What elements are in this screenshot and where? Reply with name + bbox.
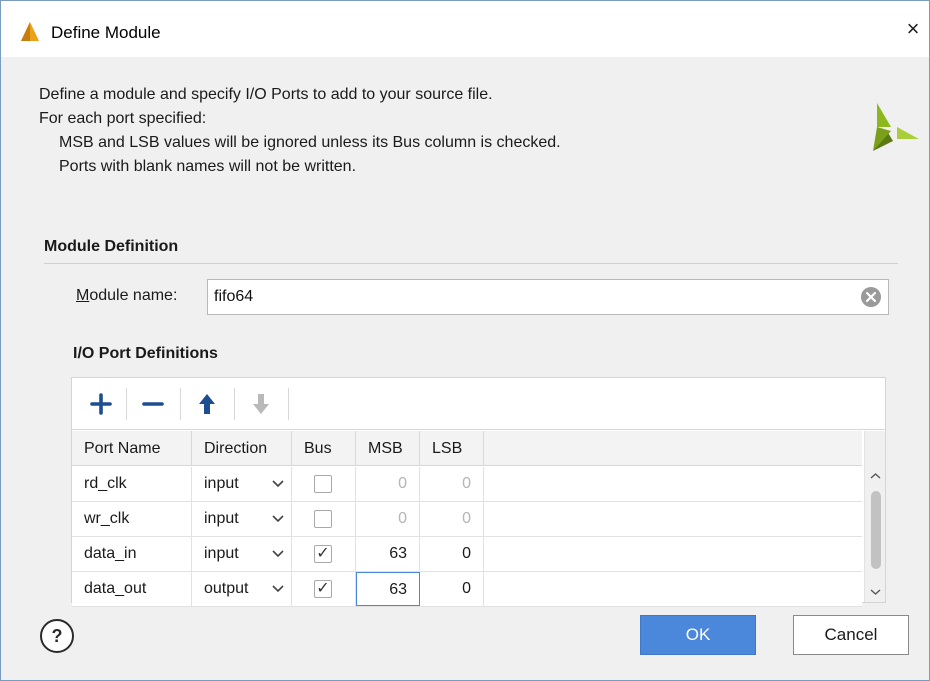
vertical-scrollbar[interactable] — [864, 431, 885, 602]
direction-select[interactable]: input — [192, 537, 292, 571]
bus-checkbox[interactable]: ✓ — [314, 545, 332, 563]
bus-checkbox[interactable] — [314, 510, 332, 528]
column-header-bus[interactable]: Bus — [292, 431, 356, 466]
close-button[interactable]: × — [899, 15, 927, 43]
msb-cell[interactable]: 0 — [356, 467, 420, 501]
section-divider — [44, 263, 898, 264]
table-header: Port Name Direction Bus MSB LSB — [72, 431, 862, 466]
toolbar-separator — [180, 388, 181, 420]
column-header-msb[interactable]: MSB — [356, 431, 420, 466]
chevron-down-icon — [272, 515, 284, 523]
table-toolbar — [72, 378, 885, 430]
bus-cell — [292, 502, 356, 536]
table-row[interactable]: wr_clk input 0 0 — [72, 502, 862, 537]
table-row[interactable]: data_out output ✓ 63 0 — [72, 572, 862, 607]
direction-value: input — [204, 475, 239, 492]
module-name-label: Module name: — [76, 287, 177, 305]
brand-logo-icon — [873, 103, 919, 151]
lsb-cell[interactable]: 0 — [420, 467, 484, 501]
direction-select[interactable]: input — [192, 502, 292, 536]
direction-value: input — [204, 545, 239, 562]
title-bar: Define Module × — [1, 1, 929, 57]
lsb-cell[interactable]: 0 — [420, 502, 484, 536]
move-up-icon[interactable] — [192, 390, 222, 418]
msb-cell-editing[interactable]: 63 — [356, 572, 420, 606]
bus-cell — [292, 467, 356, 501]
module-name-input[interactable] — [207, 279, 889, 315]
scroll-down-icon[interactable] — [869, 587, 882, 597]
window-title: Define Module — [51, 23, 161, 42]
app-logo-icon — [21, 22, 39, 41]
port-name-cell[interactable]: data_out — [72, 572, 192, 606]
module-definition-heading: Module Definition — [44, 238, 179, 255]
ok-button[interactable]: OK — [640, 615, 756, 655]
port-name-cell[interactable]: wr_clk — [72, 502, 192, 536]
lsb-cell[interactable]: 0 — [420, 537, 484, 571]
msb-cell[interactable]: 63 — [356, 537, 420, 571]
table-row[interactable]: data_in input ✓ 63 0 — [72, 537, 862, 572]
port-name-cell[interactable]: rd_clk — [72, 467, 192, 501]
column-header-direction[interactable]: Direction — [192, 431, 292, 466]
bus-cell: ✓ — [292, 537, 356, 571]
cancel-button[interactable]: Cancel — [793, 615, 909, 655]
description-line: MSB and LSB values will be ignored unles… — [59, 134, 561, 151]
toolbar-separator — [126, 388, 127, 420]
module-name-label-text: odule name: — [89, 287, 178, 304]
column-header-lsb[interactable]: LSB — [420, 431, 484, 466]
bus-checkbox[interactable]: ✓ — [314, 580, 332, 598]
clear-icon[interactable] — [860, 286, 882, 308]
toolbar-separator — [288, 388, 289, 420]
chevron-down-icon — [272, 550, 284, 558]
lsb-cell[interactable]: 0 — [420, 572, 484, 606]
add-icon[interactable] — [86, 390, 116, 418]
description-line: Define a module and specify I/O Ports to… — [39, 86, 493, 103]
bus-checkbox[interactable] — [314, 475, 332, 493]
description: Define a module and specify I/O Ports to… — [39, 83, 561, 179]
chevron-down-icon — [272, 480, 284, 488]
direction-select[interactable]: input — [192, 467, 292, 501]
scroll-up-icon[interactable] — [869, 471, 882, 481]
msb-cell[interactable]: 0 — [356, 502, 420, 536]
help-button[interactable]: ? — [40, 619, 74, 653]
description-line: Ports with blank names will not be writt… — [59, 158, 357, 175]
toolbar-separator — [234, 388, 235, 420]
column-header-port-name[interactable]: Port Name — [72, 431, 192, 466]
io-port-table: Port Name Direction Bus MSB LSB rd_clk i… — [71, 377, 886, 607]
direction-value: input — [204, 510, 239, 527]
bus-cell: ✓ — [292, 572, 356, 606]
move-down-icon[interactable] — [246, 390, 276, 418]
port-name-cell[interactable]: data_in — [72, 537, 192, 571]
io-port-definitions-heading: I/O Port Definitions — [73, 345, 218, 362]
direction-select[interactable]: output — [192, 572, 292, 606]
module-name-label-mnemonic: M — [76, 287, 90, 304]
define-module-dialog: Define Module × Define a module and spec… — [0, 0, 930, 681]
table-row[interactable]: rd_clk input 0 0 — [72, 467, 862, 502]
scrollbar-thumb[interactable] — [871, 491, 881, 569]
remove-icon[interactable] — [138, 390, 168, 418]
description-line: For each port specified: — [39, 110, 207, 127]
chevron-down-icon — [272, 585, 284, 593]
direction-value: output — [204, 580, 249, 597]
